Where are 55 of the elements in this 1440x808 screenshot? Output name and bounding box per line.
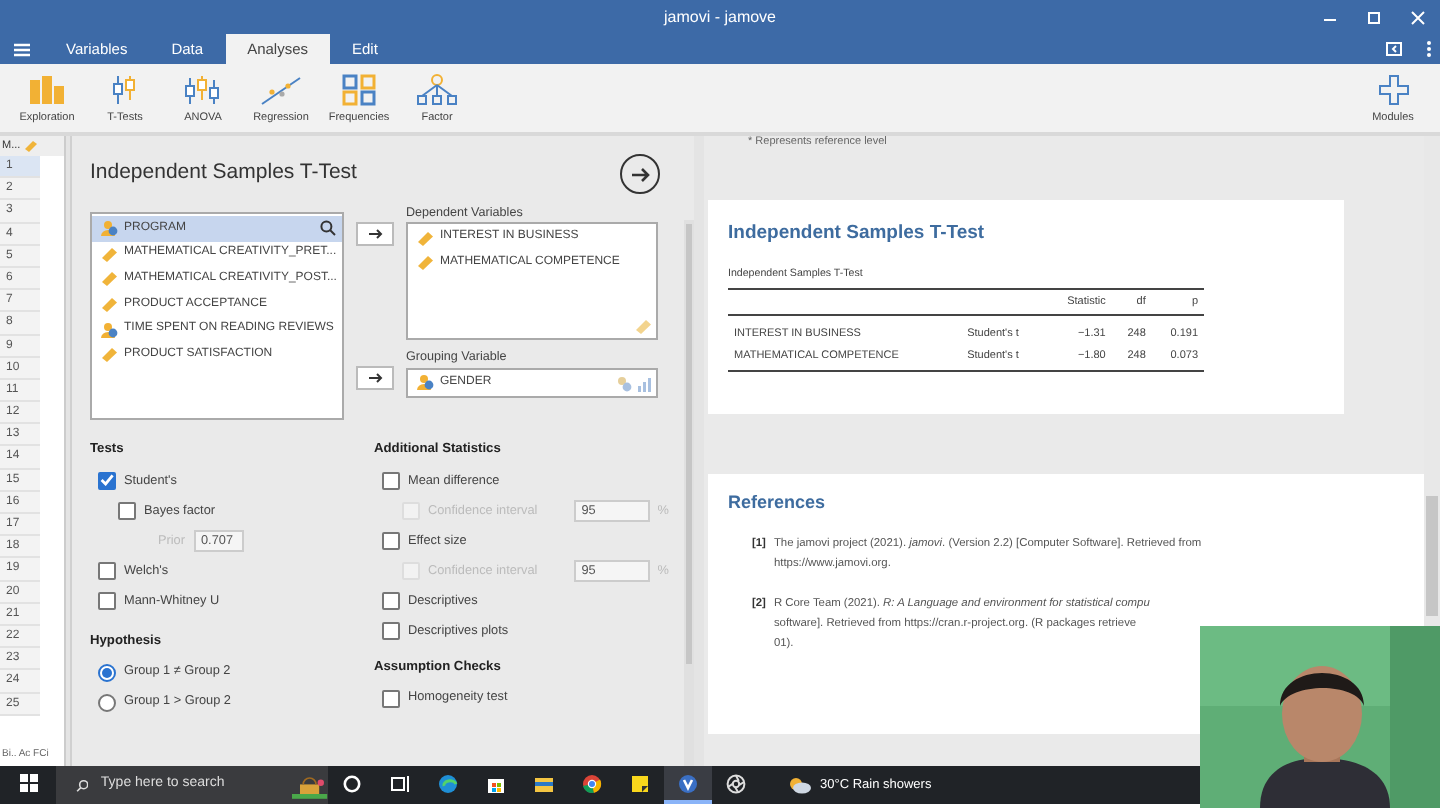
allowed-types-icon bbox=[616, 375, 652, 392]
bar-chart-icon bbox=[26, 73, 68, 106]
radio-button[interactable] bbox=[98, 663, 116, 682]
maximize-icon[interactable] bbox=[1364, 9, 1384, 25]
cortana-icon bbox=[342, 773, 362, 793]
checkbox[interactable] bbox=[98, 591, 116, 610]
close-icon[interactable] bbox=[1408, 9, 1428, 25]
checkbox[interactable] bbox=[382, 689, 400, 708]
chrome-icon bbox=[582, 773, 602, 793]
nominal-variable-icon bbox=[416, 374, 434, 391]
scrollbar-thumb[interactable] bbox=[1426, 496, 1438, 616]
arrow-right-icon bbox=[629, 165, 652, 183]
arrow-right-icon bbox=[367, 372, 383, 385]
run-button[interactable] bbox=[620, 154, 661, 194]
arrow-right-icon bbox=[367, 228, 383, 240]
folder-icon bbox=[534, 773, 554, 793]
ruler-icon bbox=[634, 318, 652, 335]
move-arrow-button[interactable] bbox=[356, 222, 394, 246]
checkbox[interactable] bbox=[382, 471, 400, 490]
taskbar-app[interactable] bbox=[664, 766, 712, 804]
nominal-variable-icon bbox=[100, 220, 118, 237]
cloud-icon bbox=[788, 776, 812, 794]
panel-title: Independent Samples T-Test bbox=[90, 158, 357, 189]
box-plot-icon bbox=[182, 73, 224, 106]
store-icon bbox=[486, 773, 506, 793]
window-title: jamovi - jamove bbox=[664, 5, 776, 29]
move-arrow-button[interactable] bbox=[356, 366, 394, 391]
checkbox[interactable] bbox=[382, 531, 400, 550]
checkbox[interactable] bbox=[98, 561, 116, 580]
more-icon[interactable] bbox=[1425, 40, 1431, 58]
results-heading: Independent Samples T-Test bbox=[728, 220, 987, 248]
checkbox[interactable] bbox=[118, 501, 136, 520]
aperture-icon bbox=[726, 773, 746, 793]
search-icon[interactable] bbox=[320, 220, 336, 237]
grid-icon bbox=[338, 73, 380, 106]
menu-icon[interactable] bbox=[12, 41, 32, 57]
checkbox[interactable] bbox=[98, 471, 116, 490]
sticky-note-icon bbox=[630, 773, 650, 793]
plus-icon bbox=[1377, 73, 1409, 106]
scatter-line-icon bbox=[260, 73, 302, 106]
panel-toggle-icon[interactable] bbox=[1386, 42, 1402, 56]
edge-icon bbox=[438, 773, 458, 793]
task-view-icon bbox=[390, 773, 410, 793]
references-heading: References bbox=[728, 490, 828, 516]
v-logo-icon bbox=[678, 773, 698, 793]
nominal-variable-icon bbox=[100, 321, 118, 338]
windows-logo-icon bbox=[19, 774, 37, 792]
radio-button[interactable] bbox=[98, 693, 116, 712]
checkbox[interactable] bbox=[382, 621, 400, 640]
checkbox[interactable] bbox=[382, 591, 400, 610]
ruler-icon bbox=[100, 346, 118, 363]
ruler-icon bbox=[24, 140, 39, 152]
search-icon bbox=[76, 777, 89, 793]
hierarchy-icon bbox=[416, 73, 458, 106]
check-icon bbox=[100, 474, 114, 487]
